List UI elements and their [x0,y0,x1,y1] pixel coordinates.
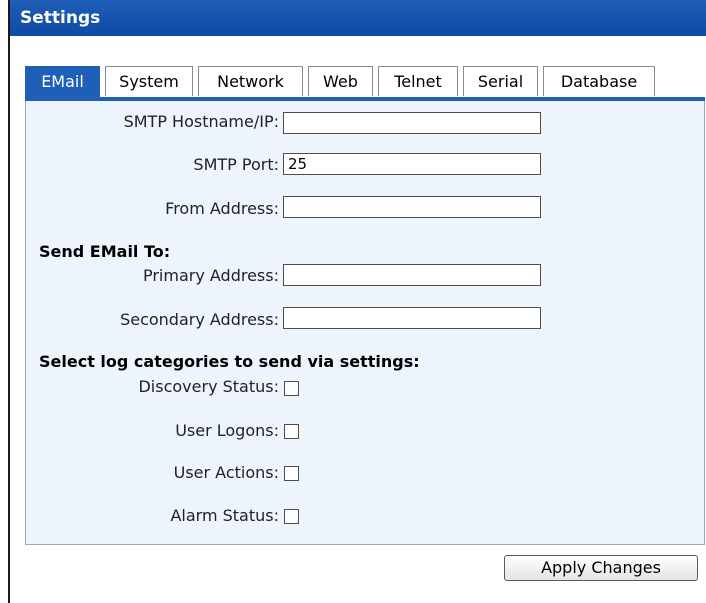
smtp-host-input[interactable] [283,112,541,134]
window-title: Settings [10,0,706,36]
secondary-address-label: Secondary Address: [120,310,279,329]
user-actions-label: User Actions: [173,463,279,482]
apply-changes-button[interactable]: Apply Changes [504,555,698,581]
send-email-to-heading: Send EMail To: [39,242,171,261]
smtp-host-label: SMTP Hostname/IP: [123,112,279,131]
tab-database[interactable]: Database [543,66,655,96]
user-logons-label: User Logons: [175,421,279,440]
smtp-port-label: SMTP Port: [193,155,279,174]
from-address-input[interactable] [283,196,541,218]
settings-window: Settings EMail System Network Web Telnet… [8,0,706,603]
user-actions-checkbox[interactable] [284,466,299,481]
email-settings-panel: SMTP Hostname/IP: SMTP Port: From Addres… [25,101,705,545]
alarm-status-label: Alarm Status: [170,506,279,525]
tab-email[interactable]: EMail [25,66,100,98]
tab-system[interactable]: System [105,66,193,96]
tab-telnet[interactable]: Telnet [378,66,458,96]
primary-address-input[interactable] [283,264,541,286]
tab-serial[interactable]: Serial [463,66,538,96]
tab-web[interactable]: Web [308,66,373,96]
log-categories-heading: Select log categories to send via settin… [39,352,420,371]
secondary-address-input[interactable] [283,307,541,329]
smtp-port-input[interactable] [283,153,541,175]
discovery-status-checkbox[interactable] [284,381,299,396]
from-address-label: From Address: [165,199,279,218]
discovery-status-label: Discovery Status: [138,377,279,396]
tab-network[interactable]: Network [198,66,303,96]
user-logons-checkbox[interactable] [284,424,299,439]
alarm-status-checkbox[interactable] [284,509,299,524]
primary-address-label: Primary Address: [142,266,279,285]
